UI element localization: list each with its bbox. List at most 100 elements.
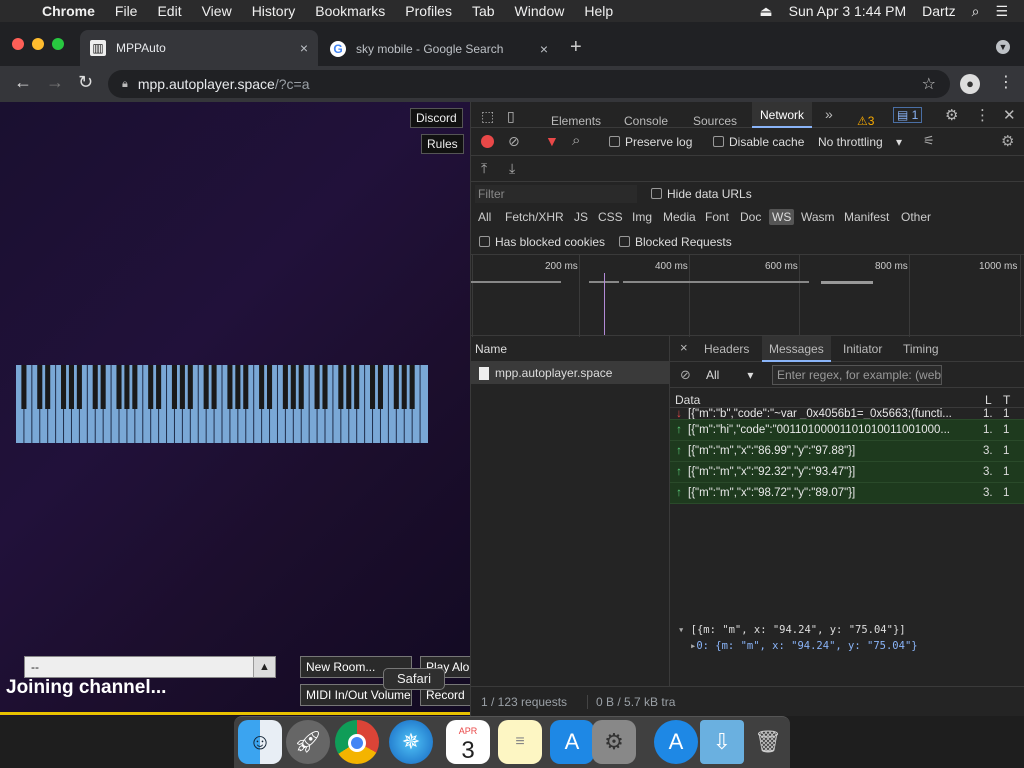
tab-close-icon[interactable]: × xyxy=(540,41,548,57)
network-timeline-overview[interactable]: 200 ms 400 ms 600 ms 800 ms 1000 ms xyxy=(471,254,1024,337)
black-key[interactable] xyxy=(156,365,162,409)
black-key[interactable] xyxy=(338,365,344,409)
back-icon[interactable]: ← xyxy=(14,72,32,93)
menu-edit[interactable]: Edit xyxy=(157,3,181,19)
black-key[interactable] xyxy=(203,365,209,409)
message-regex-input[interactable]: Enter regex, for example: (web xyxy=(772,365,942,385)
black-key[interactable] xyxy=(211,365,217,409)
volume-label[interactable]: Volume xyxy=(371,688,411,702)
black-key[interactable] xyxy=(282,365,288,409)
type-filter-ws[interactable]: WS xyxy=(769,209,795,225)
filter-funnel-icon[interactable]: ▼ xyxy=(545,133,559,149)
reload-icon[interactable]: ↻ xyxy=(78,72,93,93)
bookmark-star-icon[interactable]: ☆ xyxy=(922,74,936,94)
tab-close-icon[interactable]: × xyxy=(300,40,308,56)
detail-close-icon[interactable]: × xyxy=(680,340,688,355)
export-har-icon[interactable]: ⤓ xyxy=(509,160,515,177)
profile-avatar[interactable]: ● xyxy=(960,74,980,94)
menu-view[interactable]: View xyxy=(202,3,232,19)
detail-tab-messages[interactable]: Messages xyxy=(762,336,831,362)
message-row[interactable]: ↓ [{"m":"b","code":"~var _0x4056b1=_0x56… xyxy=(670,408,1024,420)
downloads-folder-icon[interactable]: ⇩ xyxy=(700,720,744,764)
tab-sources[interactable]: Sources xyxy=(693,114,737,128)
black-key[interactable] xyxy=(409,365,415,409)
tab-network[interactable]: Network xyxy=(752,102,813,128)
menubar-datetime[interactable]: Sun Apr 3 1:44 PM xyxy=(789,3,907,19)
json-root-line[interactable]: ▾ [{m: "m", x: "94.24", y: "75.04"}] xyxy=(678,624,1024,636)
type-filter-js[interactable]: JS xyxy=(574,210,588,224)
message-type-select[interactable]: All ▾ xyxy=(706,368,753,382)
black-key[interactable] xyxy=(148,365,154,409)
chrome-icon[interactable] xyxy=(335,720,379,764)
black-key[interactable] xyxy=(37,365,43,409)
piano-keyboard[interactable] xyxy=(16,365,428,443)
message-row[interactable]: ↑ [{"m":"hi","code":"0011010000110101001… xyxy=(670,420,1024,441)
menu-bookmarks[interactable]: Bookmarks xyxy=(315,3,385,19)
black-key[interactable] xyxy=(21,365,27,409)
type-filter-img[interactable]: Img xyxy=(632,210,652,224)
request-row[interactable]: mpp.autoplayer.space xyxy=(471,362,669,384)
type-filter-all[interactable]: All xyxy=(478,210,491,224)
warnings-badge[interactable]: ⚠3 xyxy=(857,114,874,128)
system-preferences-icon[interactable]: ⚙ xyxy=(592,720,636,764)
black-key[interactable] xyxy=(267,365,273,409)
tab-elements[interactable]: Elements xyxy=(551,114,601,128)
json-child-line[interactable]: ▸0: {m: "m", x: "94.24", y: "75.04"} xyxy=(690,640,1024,652)
window-close-button[interactable] xyxy=(12,38,24,50)
menu-window[interactable]: Window xyxy=(515,3,565,19)
black-key[interactable] xyxy=(61,365,67,409)
hide-data-urls-checkbox[interactable]: Hide data URLs xyxy=(651,187,752,201)
black-key[interactable] xyxy=(76,365,82,409)
type-filter-wasm[interactable]: Wasm xyxy=(801,210,835,224)
message-row[interactable]: ↑ [{"m":"m","x":"86.99","y":"97.88"}] 3.… xyxy=(670,441,1024,462)
black-key[interactable] xyxy=(179,365,185,409)
tab-google-search[interactable]: G sky mobile - Google Search × xyxy=(322,32,558,66)
black-key[interactable] xyxy=(346,365,352,409)
detail-tab-timing[interactable]: Timing xyxy=(903,342,939,356)
type-filter-doc[interactable]: Doc xyxy=(740,210,761,224)
tab-console[interactable]: Console xyxy=(624,114,668,128)
black-key[interactable] xyxy=(401,365,407,409)
menu-help[interactable]: Help xyxy=(584,3,613,19)
app-store-download-icon[interactable]: A xyxy=(654,720,698,764)
control-center-icon[interactable]: ☰ xyxy=(995,3,1008,20)
type-filter-css[interactable]: CSS xyxy=(598,210,623,224)
black-key[interactable] xyxy=(243,365,249,409)
notes-icon[interactable]: ≡ xyxy=(498,720,542,764)
devtools-close-icon[interactable]: ✕ xyxy=(1003,106,1016,124)
blocked-requests-checkbox[interactable]: Blocked Requests xyxy=(619,235,732,249)
black-key[interactable] xyxy=(68,365,74,409)
black-key[interactable] xyxy=(322,365,328,409)
menu-app-name[interactable]: Chrome xyxy=(42,3,95,19)
type-filter-fetch-xhr[interactable]: Fetch/XHR xyxy=(505,210,564,224)
clear-messages-icon[interactable]: ⊘ xyxy=(680,367,691,383)
app-store-icon[interactable]: A xyxy=(550,720,594,764)
data-column-header[interactable]: Data xyxy=(675,393,700,407)
messages-badge[interactable]: ▤ 1 xyxy=(893,107,923,123)
message-row[interactable]: ↑ [{"m":"m","x":"92.32","y":"93.47"}] 3.… xyxy=(670,462,1024,483)
tab-mppauto[interactable]: ▥ MPPAuto × xyxy=(80,30,318,66)
type-filter-other[interactable]: Other xyxy=(901,210,931,224)
black-key[interactable] xyxy=(354,365,360,409)
tab-search-icon[interactable]: ▼ xyxy=(996,40,1010,54)
more-tabs-icon[interactable]: » xyxy=(825,106,833,122)
spotlight-search-icon[interactable]: ⌕ xyxy=(972,3,980,20)
type-filter-font[interactable]: Font xyxy=(705,210,729,224)
clear-icon[interactable]: ⊘ xyxy=(508,133,520,150)
black-key[interactable] xyxy=(290,365,296,409)
calendar-icon[interactable]: APR 3 xyxy=(446,720,490,764)
rules-button[interactable]: Rules xyxy=(421,134,464,154)
name-column-header[interactable]: Name xyxy=(471,336,669,362)
eject-icon[interactable]: ⏏ xyxy=(759,3,772,20)
network-settings-gear-icon[interactable]: ⚙ xyxy=(1001,132,1014,150)
black-key[interactable] xyxy=(259,365,265,409)
throttling-select[interactable]: No throttling ▾ xyxy=(818,135,902,149)
has-blocked-cookies-checkbox[interactable]: Has blocked cookies xyxy=(479,235,605,249)
black-key[interactable] xyxy=(100,365,106,409)
inspect-element-icon[interactable]: ⬚ xyxy=(481,108,494,125)
channel-selector[interactable]: -- ▲ xyxy=(24,656,276,678)
type-filter-manifest[interactable]: Manifest xyxy=(844,210,889,224)
import-har-icon[interactable]: ⤒ xyxy=(481,160,487,177)
black-key[interactable] xyxy=(187,365,193,409)
black-key[interactable] xyxy=(377,365,383,409)
